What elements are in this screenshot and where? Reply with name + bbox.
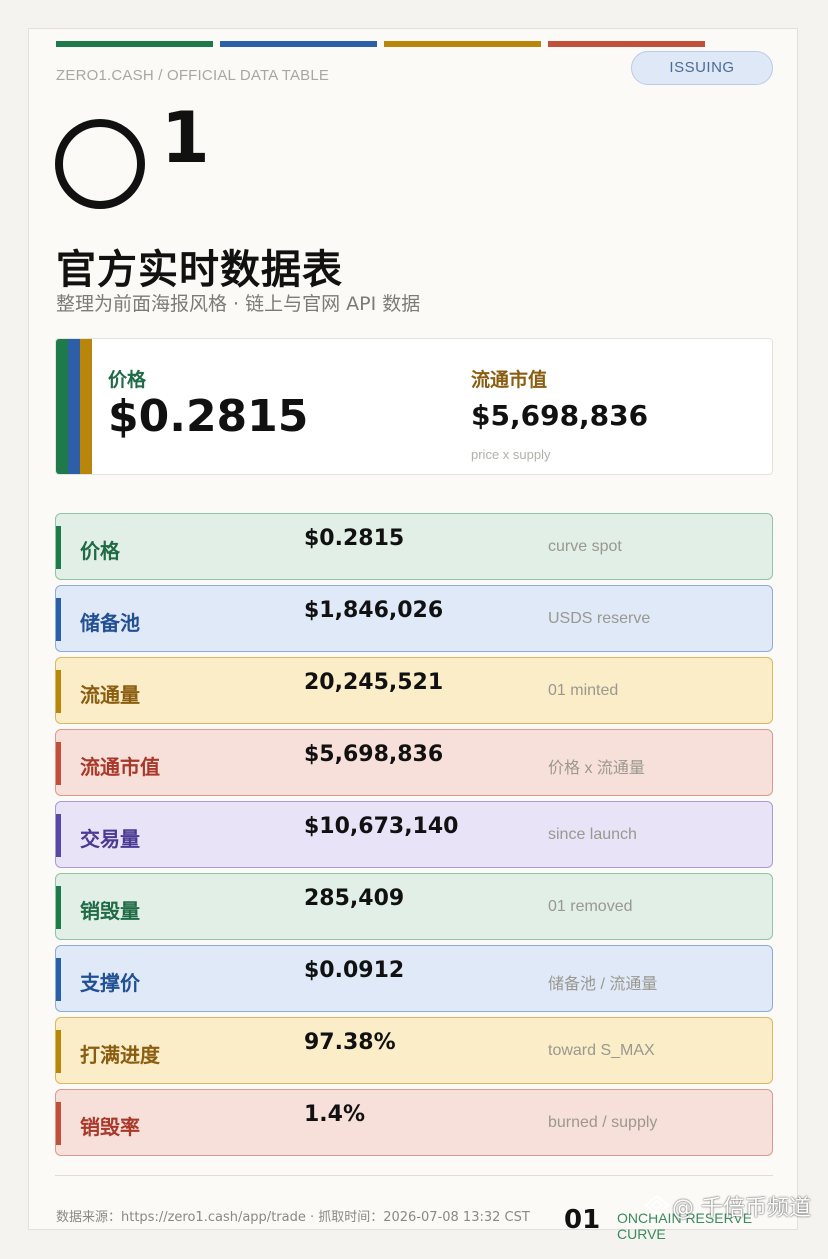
row-label: 销毁量	[80, 899, 140, 923]
color-stripes	[56, 41, 706, 47]
status-badge: ISSUING	[631, 51, 773, 85]
row-accent-bar	[56, 670, 61, 713]
stripe-green	[56, 41, 213, 47]
hero-summary: 价格 $0.2815 流通市值 $5,698,836 price x suppl…	[55, 338, 773, 475]
logo-number: 1	[161, 97, 210, 179]
hero-price-label: 价格	[108, 369, 147, 391]
table-row: 销毁量 285,409 01 removed	[55, 873, 773, 940]
hero-cap-label: 流通市值	[471, 369, 548, 391]
table-row: 交易量 $10,673,140 since launch	[55, 801, 773, 868]
row-value: 20,245,521	[304, 670, 444, 695]
footer-divider	[55, 1175, 773, 1176]
row-note: 01 removed	[548, 898, 633, 915]
row-value: 1.4%	[304, 1102, 366, 1127]
row-value: $10,673,140	[304, 814, 459, 839]
table-row: 流通量 20,245,521 01 minted	[55, 657, 773, 724]
brand-line: ZERO1.CASH / OFFICIAL DATA TABLE	[56, 67, 330, 84]
row-accent-bar	[56, 886, 61, 929]
row-note: since launch	[548, 826, 637, 843]
row-accent-bar	[56, 742, 61, 785]
hero-cap-note: price x supply	[471, 447, 551, 462]
row-note: 储备池 / 流通量	[548, 976, 658, 993]
row-label: 价格	[80, 539, 120, 563]
row-note: 价格 x 流通量	[548, 760, 645, 777]
zero1-logo: 1	[55, 103, 210, 209]
row-value: 97.38%	[304, 1030, 396, 1055]
row-value: $5,698,836	[304, 742, 444, 767]
row-accent-bar	[56, 958, 61, 1001]
hero-bar-blue	[68, 339, 80, 474]
hero-bar-gold	[80, 339, 92, 474]
row-label: 交易量	[80, 827, 140, 851]
table-row: 销毁率 1.4% burned / supply	[55, 1089, 773, 1156]
table-row: 流通市值 $5,698,836 价格 x 流通量	[55, 729, 773, 796]
logo-ring-icon	[55, 119, 145, 209]
table-row: 打满进度 97.38% toward S_MAX	[55, 1017, 773, 1084]
watermark-logo-icon	[644, 1194, 670, 1216]
hero-bar-green	[56, 339, 68, 474]
row-value: $0.2815	[304, 526, 405, 551]
watermark-text: @ 千倍币频道	[672, 1196, 811, 1221]
row-value: $0.0912	[304, 958, 405, 983]
table-row: 支撑价 $0.0912 储备池 / 流通量	[55, 945, 773, 1012]
row-accent-bar	[56, 1030, 61, 1073]
footer-source: 数据来源：https://zero1.cash/app/trade · 抓取时间…	[56, 1210, 530, 1225]
row-accent-bar	[56, 598, 61, 641]
stripe-red	[548, 41, 705, 47]
page-subtitle: 整理为前面海报风格 · 链上与官网 API 数据	[56, 293, 421, 315]
row-note: curve spot	[548, 538, 622, 555]
row-value: 285,409	[304, 886, 405, 911]
row-note: USDS reserve	[548, 610, 651, 627]
data-card: ZERO1.CASH / OFFICIAL DATA TABLE ISSUING…	[28, 28, 798, 1242]
row-value: $1,846,026	[304, 598, 444, 623]
row-note: burned / supply	[548, 1114, 658, 1131]
stripe-blue	[220, 41, 377, 47]
row-accent-bar	[56, 1102, 61, 1145]
row-accent-bar	[56, 814, 61, 857]
row-label: 流通量	[80, 683, 140, 707]
row-note: 01 minted	[548, 682, 619, 699]
hero-price-value: $0.2815	[108, 391, 309, 442]
footer-page-number: 01	[564, 1205, 601, 1235]
row-note: toward S_MAX	[548, 1042, 655, 1059]
row-accent-bar	[56, 526, 61, 569]
row-label: 打满进度	[80, 1043, 160, 1067]
row-label: 储备池	[80, 611, 140, 635]
row-label: 销毁率	[80, 1115, 140, 1139]
table-row: 储备池 $1,846,026 USDS reserve	[55, 585, 773, 652]
row-label: 支撑价	[80, 971, 140, 995]
hero-cap-value: $5,698,836	[471, 399, 649, 432]
row-label: 流通市值	[80, 755, 160, 779]
stripe-gold	[384, 41, 541, 47]
page-title: 官方实时数据表	[56, 247, 343, 293]
table-row: 价格 $0.2815 curve spot	[55, 513, 773, 580]
